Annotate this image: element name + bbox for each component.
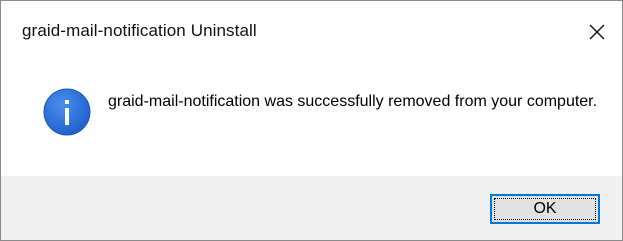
message-area: graid-mail-notification was successfully…	[1, 63, 622, 176]
title-bar: graid-mail-notification Uninstall	[1, 1, 622, 63]
button-bar: OK	[1, 176, 622, 240]
close-button[interactable]	[576, 1, 622, 63]
close-icon	[589, 24, 605, 40]
message-text: graid-mail-notification was successfully…	[108, 93, 598, 110]
ok-button[interactable]: OK	[490, 194, 600, 224]
ok-button-label: OK	[533, 200, 557, 217]
info-icon	[43, 88, 91, 136]
uninstall-dialog: graid-mail-notification Uninstall graid-…	[0, 0, 623, 241]
window-title: graid-mail-notification Uninstall	[22, 21, 257, 40]
